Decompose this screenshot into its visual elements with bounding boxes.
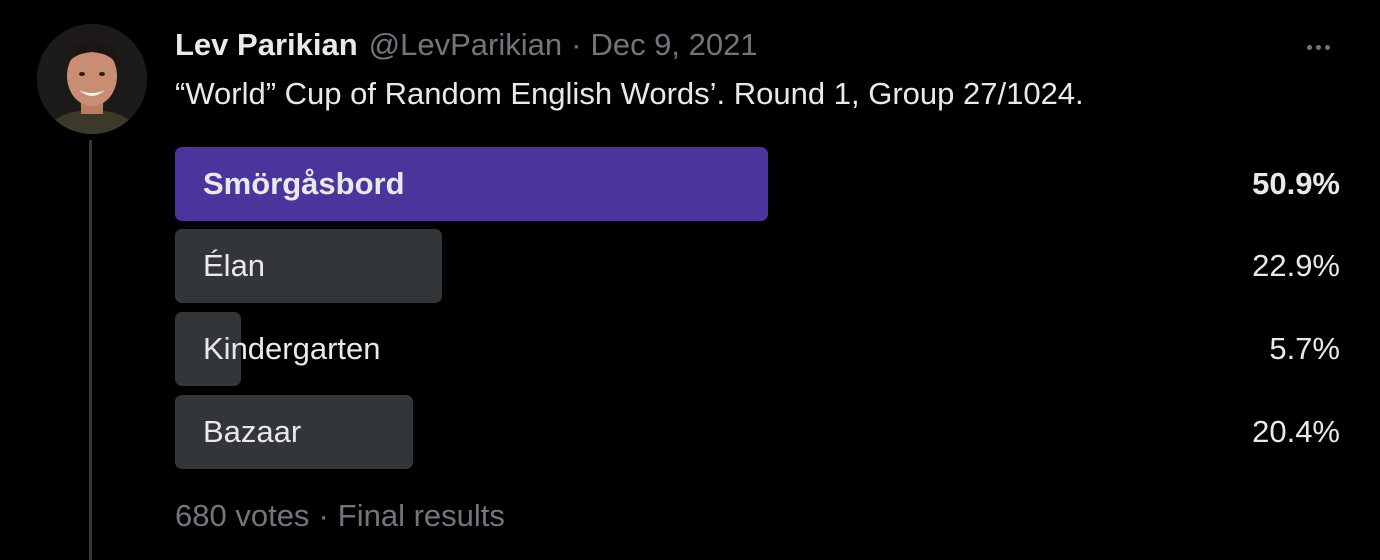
avatar-image <box>37 24 147 134</box>
poll-option-percent: 50.9% <box>1252 166 1340 201</box>
more-options-button[interactable] <box>1296 30 1340 64</box>
header-separator: · <box>571 27 582 62</box>
more-horizontal-icon <box>1306 44 1312 50</box>
poll-option-percent: 5.7% <box>1269 331 1340 366</box>
tweet-header: Lev Parikian @LevParikian · Dec 9, 2021 <box>175 24 758 66</box>
poll-option-label: Kindergarten <box>203 331 381 366</box>
poll-option-percent: 20.4% <box>1252 414 1340 449</box>
poll-option-label: Élan <box>203 248 266 283</box>
author-handle[interactable]: @LevParikian <box>369 27 562 63</box>
poll-option-label: Smörgåsbord <box>203 166 405 201</box>
poll-option: Kindergarten 5.7% <box>175 312 1340 386</box>
poll-option: Smörgåsbord 50.9% <box>175 147 1340 221</box>
poll-option-percent: 22.9% <box>1252 248 1340 283</box>
avatar[interactable] <box>37 24 147 134</box>
more-horizontal-icon-dot <box>1315 44 1321 50</box>
poll-footer: 680 votes · Final results <box>175 498 505 534</box>
more-horizontal-icon-dot <box>1324 44 1330 50</box>
poll-option: Bazaar 20.4% <box>175 395 1340 469</box>
poll-vote-count: 680 votes <box>175 498 310 533</box>
poll-status: Final results <box>337 498 505 533</box>
poll-footer-separator: · <box>318 498 329 533</box>
author-name[interactable]: Lev Parikian <box>175 27 358 63</box>
poll-option-label: Bazaar <box>203 414 302 449</box>
thread-line <box>89 140 92 560</box>
tweet-text: “World” Cup of Random English Words’. Ro… <box>175 76 1084 111</box>
tweet-date[interactable]: Dec 9, 2021 <box>590 27 757 63</box>
poll-option: Élan 22.9% <box>175 229 1340 303</box>
